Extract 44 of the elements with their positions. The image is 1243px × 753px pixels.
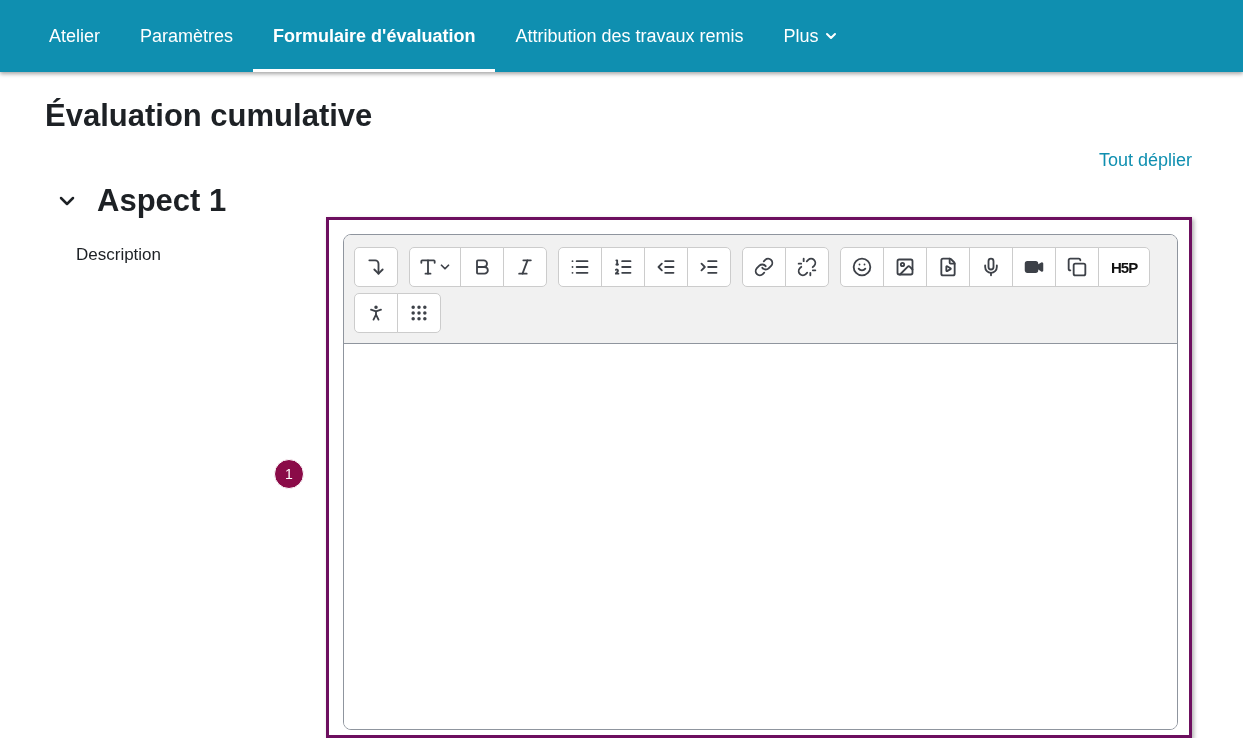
accessibility-button[interactable] [354, 293, 398, 333]
expand-toolbar-button[interactable] [354, 247, 398, 287]
page-title: Évaluation cumulative [45, 98, 374, 134]
unlink-icon [797, 257, 817, 277]
indent-icon [699, 257, 719, 277]
microphone-icon [981, 257, 1001, 277]
bullet-list-icon [570, 257, 590, 277]
video-camera-button[interactable] [1012, 247, 1056, 287]
italic-icon [515, 257, 535, 277]
grid-dots-button[interactable] [397, 293, 441, 333]
nav-tab[interactable]: Formulaire d'évaluation [253, 0, 496, 72]
section-title: Aspect 1 [97, 183, 227, 219]
nav-tab[interactable]: Paramètres [120, 0, 254, 72]
field-label: Description [76, 245, 162, 265]
h5p-button[interactable]: H5P [1098, 247, 1151, 287]
smiley-icon [852, 257, 872, 277]
copy-button[interactable] [1055, 247, 1099, 287]
callout-badge: 1 [274, 459, 304, 489]
italic-button[interactable] [503, 247, 547, 287]
copy-icon [1067, 257, 1087, 277]
link-button[interactable] [742, 247, 786, 287]
more-menu[interactable]: Plus [763, 0, 859, 72]
video-file-button[interactable] [926, 247, 970, 287]
outdent-button[interactable] [644, 247, 688, 287]
image-button[interactable] [883, 247, 927, 287]
font-style-icon [418, 257, 452, 277]
bullet-list-button[interactable] [558, 247, 602, 287]
expand-all-link[interactable]: Tout déplier [1098, 150, 1192, 171]
expand-toolbar-icon [366, 257, 386, 277]
grid-dots-icon [409, 303, 429, 323]
nav-tab[interactable]: Atelier [29, 0, 121, 72]
indent-button[interactable] [687, 247, 731, 287]
nav-tab[interactable]: Attribution des travaux remis [495, 0, 764, 72]
numbered-list-button[interactable] [601, 247, 645, 287]
smiley-button[interactable] [840, 247, 884, 287]
bold-button[interactable] [460, 247, 504, 287]
font-style-button[interactable] [409, 247, 461, 287]
link-icon [754, 257, 774, 277]
video-file-icon [938, 257, 958, 277]
outdent-icon [656, 257, 676, 277]
microphone-button[interactable] [969, 247, 1013, 287]
numbered-list-icon [613, 257, 633, 277]
unlink-button[interactable] [785, 247, 829, 287]
image-icon [895, 257, 915, 277]
